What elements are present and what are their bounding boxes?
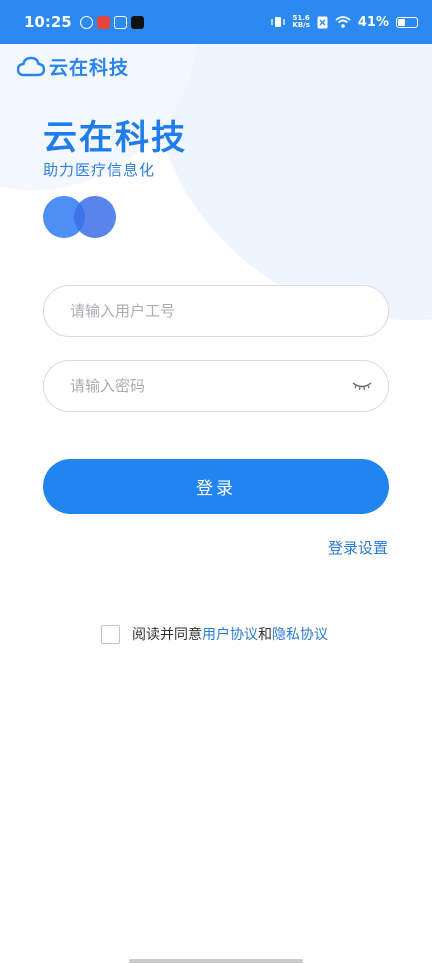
top-brand-name: 云在科技 <box>49 57 130 79</box>
privacy-agreement-link[interactable]: 隐私协议 <box>272 624 328 644</box>
network-speed-icon: 51.6 KB/s <box>292 15 309 29</box>
password-field[interactable] <box>43 360 389 412</box>
password-input[interactable] <box>70 377 352 395</box>
logo-circle-right <box>74 196 116 238</box>
agreement-conjunction: 和 <box>258 627 272 643</box>
username-field[interactable] <box>43 285 389 337</box>
battery-percent: 41% <box>357 14 389 30</box>
sim-off-icon <box>317 16 328 28</box>
net-speed-unit: KB/s <box>292 21 310 29</box>
cloud-icon <box>17 56 45 76</box>
status-time: 10:25 <box>24 13 72 31</box>
top-brand: 云在科技 <box>17 53 129 80</box>
vibrate-icon <box>271 17 286 27</box>
agreement-checkbox[interactable] <box>101 624 120 644</box>
agreement-row: 阅读并同意 用户协议 和 隐私协议 <box>101 624 328 644</box>
app-notification-icon <box>79 15 93 29</box>
username-input[interactable] <box>70 302 372 320</box>
hero-subtitle: 助力医疗信息化 <box>43 161 156 179</box>
app-notification-icon <box>130 15 144 29</box>
user-agreement-link[interactable]: 用户协议 <box>202 624 258 644</box>
app-notification-icon <box>96 15 110 29</box>
home-indicator[interactable] <box>129 959 303 963</box>
login-settings-link[interactable]: 登录设置 <box>328 537 388 558</box>
app-notification-icon <box>113 15 127 29</box>
hero-title: 云在科技 <box>43 118 187 158</box>
wifi-icon <box>335 16 351 28</box>
battery-icon <box>396 16 418 28</box>
login-screen: 10:25 51.6 KB/s 41% 云在科技 云在科技 助力医疗信息化 请输… <box>0 0 432 964</box>
login-button[interactable]: 登录 <box>43 459 389 514</box>
agreement-prefix: 阅读并同意 <box>132 627 202 643</box>
status-bar: 10:25 51.6 KB/s 41% <box>0 0 432 44</box>
eye-closed-icon[interactable] <box>352 380 372 392</box>
battery-level <box>398 18 405 26</box>
logo-mark <box>43 196 119 238</box>
